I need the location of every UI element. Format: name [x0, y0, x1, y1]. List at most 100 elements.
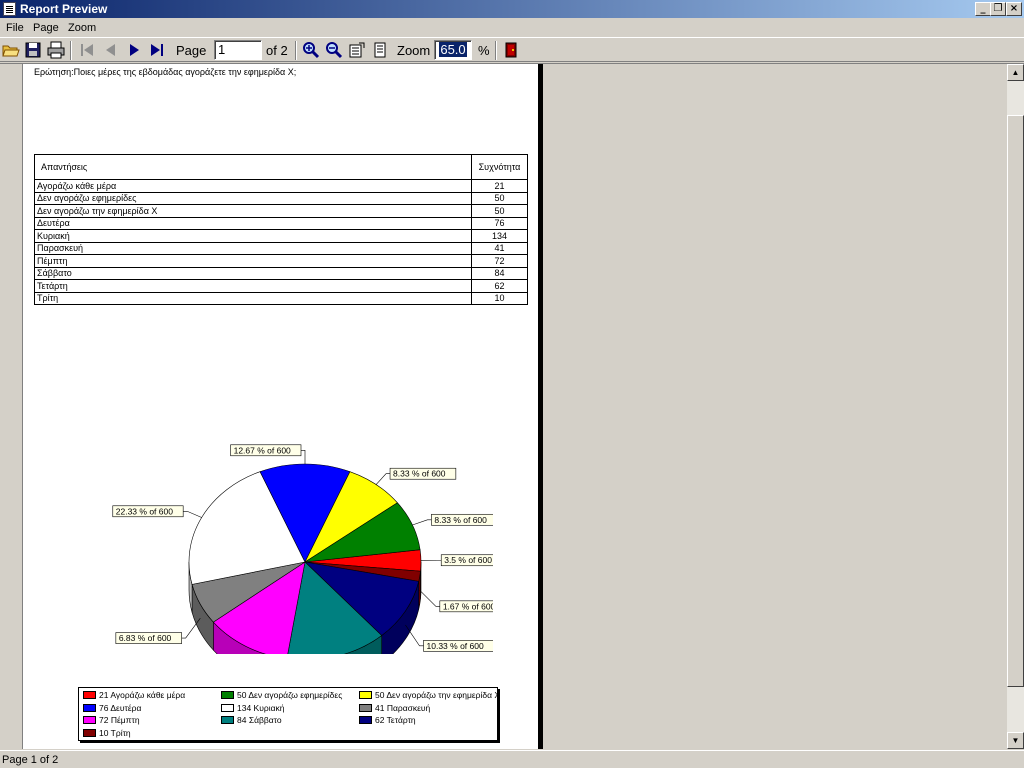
legend-swatch [83, 703, 96, 712]
legend-swatch [221, 691, 234, 699]
minimize-button[interactable]: _ [975, 2, 991, 16]
frequency-cell: 72 [471, 254, 528, 268]
close-button[interactable]: × [1006, 2, 1022, 16]
legend-item: 50 Δεν αγοράζω εφημερίδες [221, 690, 342, 701]
toolbar-separator [295, 41, 297, 60]
page-number-input[interactable]: 1 [214, 40, 262, 60]
page-width-icon[interactable] [348, 41, 366, 59]
legend-item: 62 Τετάρτη [359, 715, 416, 726]
scroll-thumb[interactable] [1007, 115, 1024, 687]
scroll-down-button[interactable]: ▼ [1007, 732, 1024, 749]
first-page-icon[interactable] [78, 41, 96, 59]
menu-page[interactable]: Page [33, 22, 59, 34]
save-icon[interactable] [24, 41, 42, 59]
frequency-cell: 84 [471, 266, 528, 280]
zoom-input[interactable]: 65.0 [434, 40, 472, 60]
frequency-cell: 21 [471, 179, 528, 193]
legend-swatch [83, 728, 96, 737]
table-row: Κυριακή 134 [34, 229, 528, 243]
print-icon[interactable] [47, 41, 65, 59]
legend-swatch [359, 716, 372, 724]
slice-label-2: 10.33 % of 600 [427, 641, 484, 651]
menu-bar: File Page Zoom [0, 19, 1024, 37]
frequency-table: Απαντήσεις Συχνότητα Αγοράζω κάθε μέρα 21… [34, 154, 528, 305]
vertical-scrollbar[interactable]: ▲ ▼ [1007, 64, 1024, 749]
frequency-cell: 41 [471, 241, 528, 255]
legend-item: 21 Αγοράζω κάθε μέρα [83, 690, 185, 701]
table-row: Τετάρτη 62 [34, 279, 528, 293]
left-gutter [0, 64, 23, 749]
open-folder-icon[interactable] [2, 41, 20, 59]
report-icon [3, 2, 16, 16]
slice-label-1: 1.67 % of 600 [443, 601, 493, 611]
zoom-in-icon[interactable] [302, 41, 320, 59]
table-row: Πέμπτη 72 [34, 254, 528, 268]
report-page: Ερώτηση:Ποιες μέρες της εβδομάδας αγοράζ… [23, 64, 538, 749]
legend-label: 21 Αγοράζω κάθε μέρα [99, 690, 186, 700]
table-row: Παρασκευή 41 [34, 241, 528, 255]
answer-cell: Πέμπτη [34, 254, 472, 268]
answer-cell: Σάββατο [34, 266, 472, 280]
answer-cell: Τρίτη [34, 291, 472, 305]
leader-line-7 [301, 449, 306, 464]
legend-swatch [83, 691, 96, 699]
restore-button[interactable]: ❐ [990, 2, 1006, 16]
legend-label: 50 Δεν αγοράζω την εφημερίδα Χ [375, 690, 501, 700]
slice-label-9: 8.33 % of 600 [434, 515, 487, 525]
frequency-cell: 50 [471, 204, 528, 218]
frequency-cell: 134 [471, 229, 528, 243]
legend-label: 84 Σάββατο [237, 715, 282, 725]
table-row: Δεν αγοράζω εφημερίδες 50 [34, 191, 528, 205]
last-page-icon[interactable] [148, 41, 166, 59]
legend-item: 76 Δευτέρα [83, 703, 141, 714]
legend-swatch [221, 703, 234, 712]
legend-swatch [359, 703, 372, 712]
exit-door-icon[interactable] [502, 41, 520, 59]
answer-cell: Αγοράζω κάθε μέρα [34, 179, 472, 193]
scroll-up-button[interactable]: ▲ [1007, 64, 1024, 81]
zoom-out-icon[interactable] [325, 41, 343, 59]
toolbar-separator [70, 41, 72, 60]
menu-zoom[interactable]: Zoom [68, 22, 96, 34]
page-shadow [538, 64, 543, 749]
table-row: Δεν αγοράζω την εφημερίδα Χ 50 [34, 204, 528, 218]
page-count-label: of 2 [266, 43, 288, 58]
answer-cell: Δευτέρα [34, 216, 472, 230]
legend-label: 62 Τετάρτη [375, 715, 416, 725]
zoom-value: 65.0 [439, 42, 467, 57]
page-label: Page [176, 43, 207, 58]
legend-item: 84 Σάββατο [221, 715, 282, 726]
legend-swatch [359, 691, 372, 699]
legend-label: 41 Παρασκευή [375, 702, 431, 713]
zoom-percent-label: % [478, 43, 490, 58]
window-title: Report Preview [20, 2, 108, 16]
answer-cell: Δεν αγοράζω εφημερίδες [34, 191, 472, 205]
answer-cell: Κυριακή [34, 229, 472, 243]
title-bar[interactable]: Report Preview _ ❐ × [0, 0, 1024, 18]
legend-swatch [83, 716, 96, 724]
menu-file[interactable]: File [6, 22, 24, 34]
toolbar: Page 1 of 2 Zoom 65.0 % [0, 37, 1024, 62]
frequency-cell: 10 [471, 291, 528, 305]
leader-line-8 [375, 473, 391, 485]
zoom-label: Zoom [397, 43, 431, 58]
frequency-cell: 76 [471, 216, 528, 230]
question-text: Ερώτηση:Ποιες μέρες της εβδομάδας αγοράζ… [34, 67, 297, 77]
whole-page-icon[interactable] [371, 41, 389, 59]
previous-page-icon[interactable] [101, 41, 119, 59]
slice-label-6: 22.33 % of 600 [116, 506, 173, 516]
next-page-icon[interactable] [126, 41, 144, 59]
frequency-cell: 50 [471, 191, 528, 205]
legend-label: 134 Κυριακή [237, 702, 285, 713]
legend-swatch [221, 716, 234, 724]
table-row: Σάββατο 84 [34, 266, 528, 280]
preview-viewport[interactable]: Ερώτηση:Ποιες μέρες της εβδομάδας αγοράζ… [0, 63, 1024, 749]
legend-label: 50 Δεν αγοράζω εφημερίδες [237, 690, 343, 700]
legend-item: 134 Κυριακή [221, 703, 284, 714]
pie-chart: 3.5 % of 600 1.67 % of 600 10.33 % of 600 1… [112, 444, 493, 654]
slice-label-0: 3.5 % of 600 [444, 555, 492, 565]
answer-cell: Τετάρτη [34, 279, 472, 293]
table-row: Δευτέρα 76 [34, 216, 528, 230]
slice-label-5: 6.83 % of 600 [119, 633, 172, 643]
leader-line-9 [412, 519, 432, 526]
